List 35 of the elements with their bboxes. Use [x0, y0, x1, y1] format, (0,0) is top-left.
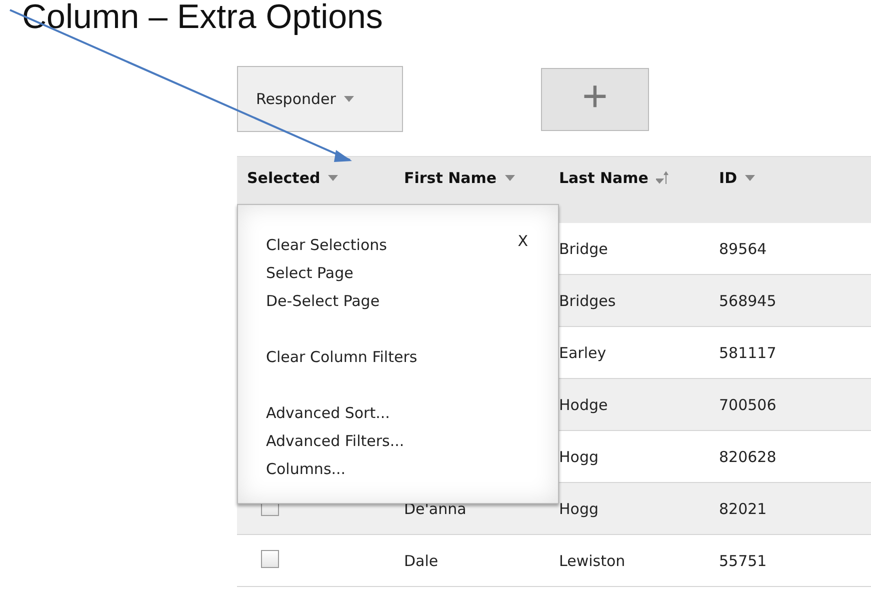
caret-icon — [328, 175, 338, 181]
responder-dropdown[interactable]: Responder — [237, 66, 403, 132]
menu-item[interactable]: Select Page — [266, 259, 354, 287]
table-cell-text: Dale — [403, 552, 440, 570]
column-header[interactable]: Last Name — [559, 169, 670, 187]
menu-item[interactable]: De-Select Page — [266, 287, 380, 315]
table-cell-text: De'anna — [403, 500, 468, 518]
table-cell-text: 581117 — [718, 344, 778, 362]
menu-item[interactable]: Advanced Filters... — [266, 427, 404, 455]
table-cell-text: 82021 — [718, 500, 768, 518]
table-cell-text: 820628 — [718, 448, 778, 466]
table-cell-text: 568945 — [718, 292, 778, 310]
table-cell-text: Lewiston — [558, 552, 626, 570]
menu-item[interactable]: Clear Selections — [266, 231, 387, 259]
column-header[interactable]: Selected — [247, 169, 338, 187]
caret-icon — [344, 96, 354, 102]
menu-item[interactable]: Advanced Sort... — [266, 399, 390, 427]
table-cell-text: 89564 — [718, 240, 768, 258]
checkbox[interactable] — [261, 550, 279, 568]
column-header[interactable]: ID — [719, 169, 756, 187]
table-cell-text: Hogg — [558, 500, 600, 518]
table-cell-text: Earley — [558, 344, 608, 362]
caret-icon — [745, 175, 756, 181]
table-cell-text: 55751 — [718, 552, 768, 570]
column-header[interactable]: First Name — [404, 169, 515, 187]
table-cell-text: Bridge — [558, 240, 609, 258]
slide-title: Column – Extra Options — [21, 0, 383, 34]
close-button[interactable]: X — [518, 231, 528, 251]
menu-item[interactable]: Columns... — [266, 455, 346, 483]
table-cell-text: Hodge — [558, 396, 609, 414]
menu-item[interactable]: Clear Column Filters — [266, 343, 418, 371]
caret-icon — [504, 175, 515, 181]
table-cell-text: Bridges — [558, 292, 617, 310]
table-cell-text: 700506 — [718, 396, 778, 414]
table-cell-text: Hogg — [558, 448, 600, 466]
